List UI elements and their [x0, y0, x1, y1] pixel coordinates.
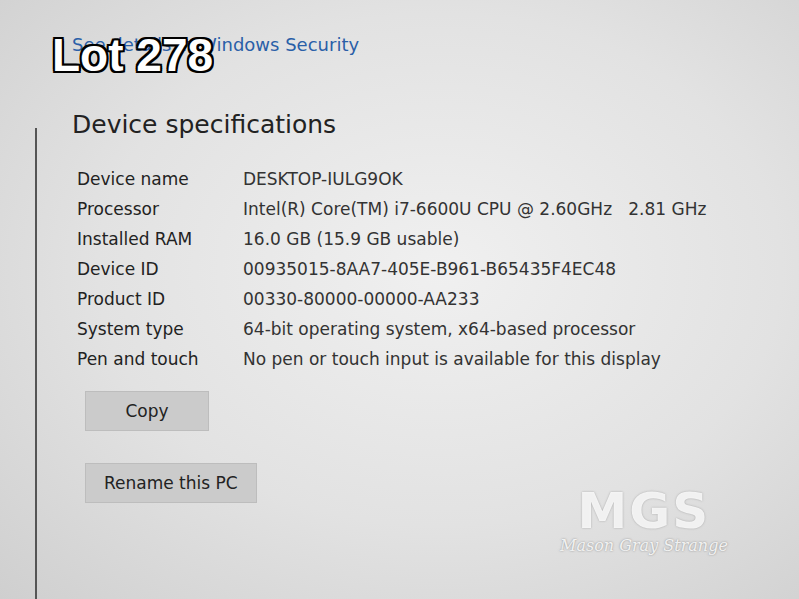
spec-value: 16.0 GB (15.9 GB usable) — [243, 229, 799, 249]
watermark: MGSMason Gray Strange — [560, 486, 728, 555]
lot-label: Lot 278 — [52, 28, 213, 82]
spec-value: DESKTOP-IULG9OK — [243, 169, 799, 189]
spec-value: Intel(R) Core(TM) i7-6600U CPU @ 2.60GHz… — [243, 199, 799, 219]
spec-label: Product ID — [77, 289, 243, 309]
watermark-logo: MGS — [578, 486, 711, 536]
copy-button[interactable]: Copy — [85, 391, 209, 431]
spec-label: Pen and touch — [77, 349, 243, 369]
spec-label: Installed RAM — [77, 229, 243, 249]
spec-label: Device name — [77, 169, 243, 189]
watermark-name: Mason Gray Strange — [560, 536, 728, 555]
section-heading: Device specifications — [72, 110, 799, 139]
spec-value: 00330-80000-00000-AA233 — [243, 289, 799, 309]
spec-table: Device nameDESKTOP-IULG9OKProcessorIntel… — [72, 169, 799, 369]
spec-label: System type — [77, 319, 243, 339]
spec-label: Processor — [77, 199, 243, 219]
spec-label: Device ID — [77, 259, 243, 279]
spec-value: No pen or touch input is available for t… — [243, 349, 799, 369]
section-rail — [35, 128, 37, 599]
rename-button[interactable]: Rename this PC — [85, 463, 257, 503]
spec-value: 64-bit operating system, x64-based proce… — [243, 319, 799, 339]
spec-value: 00935015-8AA7-405E-B961-B65435F4EC48 — [243, 259, 799, 279]
